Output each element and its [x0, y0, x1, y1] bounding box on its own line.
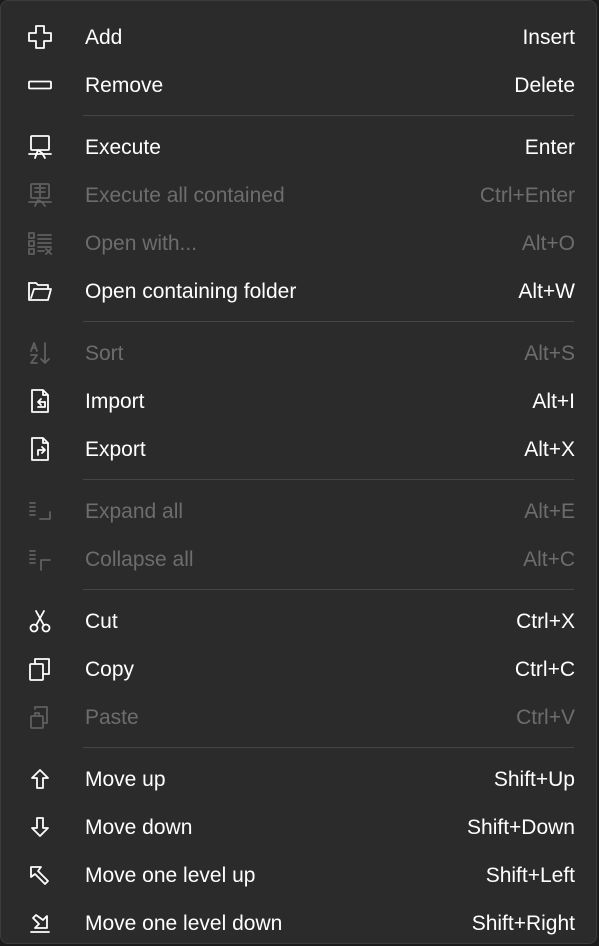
arrow-down-icon [27, 814, 53, 840]
menu-item-execute[interactable]: Execute Enter [15, 125, 584, 169]
menu-separator [83, 747, 574, 748]
menu-item-shortcut: Shift+Left [485, 864, 575, 887]
menu-item-label: Cut [85, 610, 118, 633]
arrow-level-down-icon [27, 910, 53, 936]
menu-separator [83, 589, 574, 590]
arrow-up-icon [27, 766, 53, 792]
folder-open-icon [27, 278, 53, 304]
open-with-icon [27, 230, 53, 256]
menu-item-label: Open containing folder [85, 280, 297, 303]
menu-item-shortcut: Shift+Up [493, 768, 575, 791]
paste-icon [27, 704, 53, 730]
menu-item-shortcut: Enter [524, 136, 575, 159]
menu-separator [83, 479, 574, 480]
menu-item-shortcut: Alt+I [532, 390, 575, 413]
menu-item-shortcut: Insert [522, 26, 575, 49]
export-icon [27, 436, 53, 462]
arrow-level-up-icon [27, 862, 53, 888]
menu-item-label: Move up [85, 768, 166, 791]
menu-item-shortcut: Ctrl+V [516, 706, 575, 729]
menu-item-shortcut: Alt+E [524, 500, 575, 523]
menu-item-label: Remove [85, 74, 164, 97]
expand-all-icon [27, 498, 53, 524]
menu-item-shortcut: Alt+W [518, 280, 575, 303]
menu-item-label: Import [85, 390, 145, 413]
menu-item-move-down[interactable]: Move down Shift+Down [15, 805, 584, 849]
scissors-icon [27, 608, 53, 634]
import-icon [27, 388, 53, 414]
menu-item-paste[interactable]: Paste Ctrl+V [15, 695, 584, 739]
menu-item-expand-all[interactable]: Expand all Alt+E [15, 489, 584, 533]
menu-separator [83, 115, 574, 116]
menu-item-label: Open with... [85, 232, 198, 255]
execute-icon [27, 134, 53, 160]
menu-item-label: Execute [85, 136, 161, 159]
menu-item-shortcut: Shift+Down [467, 816, 575, 839]
menu-item-cut[interactable]: Cut Ctrl+X [15, 599, 584, 643]
menu-item-open-containing-folder[interactable]: Open containing folder Alt+W [15, 269, 584, 313]
menu-item-shortcut: Ctrl+X [516, 610, 575, 633]
menu-item-label: Copy [85, 658, 135, 681]
copy-icon [27, 656, 53, 682]
menu-item-shortcut: Alt+X [524, 438, 575, 461]
menu-item-execute-all-contained[interactable]: Execute all contained Ctrl+Enter [15, 173, 584, 217]
sort-icon [27, 340, 53, 366]
context-menu: Add Insert Remove Delete Execute Enter E… [0, 0, 597, 944]
menu-item-import[interactable]: Import Alt+I [15, 379, 584, 423]
menu-item-label: Paste [85, 706, 139, 729]
menu-item-label: Expand all [85, 500, 184, 523]
menu-item-open-with[interactable]: Open with... Alt+O [15, 221, 584, 265]
menu-item-sort[interactable]: Sort Alt+S [15, 331, 584, 375]
menu-item-label: Collapse all [85, 548, 194, 571]
menu-item-move-one-level-up[interactable]: Move one level up Shift+Left [15, 853, 584, 897]
collapse-all-icon [27, 546, 53, 572]
menu-item-shortcut: Alt+O [521, 232, 575, 255]
menu-item-add[interactable]: Add Insert [15, 15, 584, 59]
menu-item-shortcut: Shift+Right [471, 912, 575, 935]
menu-item-move-one-level-down[interactable]: Move one level down Shift+Right [15, 901, 584, 943]
menu-item-label: Export [85, 438, 146, 461]
minus-icon [27, 72, 53, 98]
menu-item-label: Sort [85, 342, 124, 365]
menu-item-label: Move one level down [85, 912, 283, 935]
menu-item-export[interactable]: Export Alt+X [15, 427, 584, 471]
menu-item-shortcut: Ctrl+Enter [479, 184, 575, 207]
menu-item-remove[interactable]: Remove Delete [15, 63, 584, 107]
menu-item-shortcut: Alt+S [524, 342, 575, 365]
menu-item-collapse-all[interactable]: Collapse all Alt+C [15, 537, 584, 581]
menu-item-copy[interactable]: Copy Ctrl+C [15, 647, 584, 691]
menu-separator [83, 321, 574, 322]
menu-item-label: Move down [85, 816, 193, 839]
menu-item-label: Move one level up [85, 864, 256, 887]
plus-icon [27, 24, 53, 50]
menu-item-label: Execute all contained [85, 184, 285, 207]
menu-item-move-up[interactable]: Move up Shift+Up [15, 757, 584, 801]
menu-item-shortcut: Delete [514, 74, 575, 97]
execute-all-icon [27, 182, 53, 208]
menu-item-shortcut: Alt+C [523, 548, 575, 571]
menu-item-label: Add [85, 26, 123, 49]
menu-item-shortcut: Ctrl+C [514, 658, 575, 681]
